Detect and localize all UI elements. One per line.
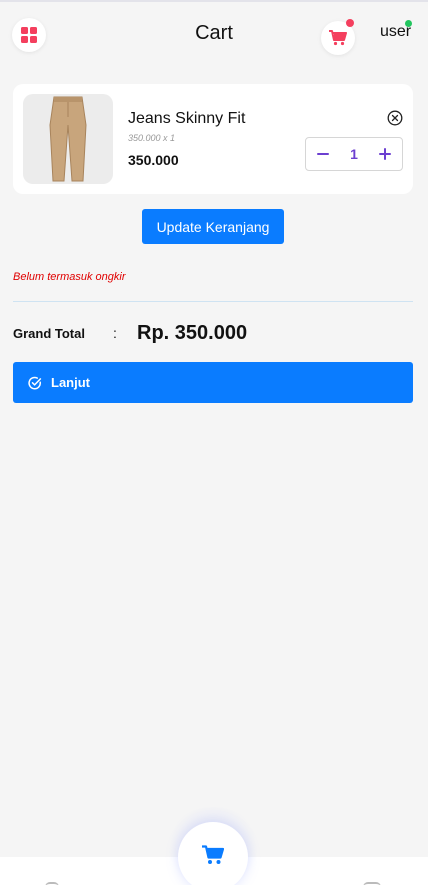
increase-quantity-button[interactable] <box>374 143 396 165</box>
item-price: 350.000 <box>128 152 179 168</box>
grand-total-value: Rp. 350.000 <box>137 322 248 344</box>
decrease-quantity-button[interactable] <box>312 143 334 165</box>
product-image <box>23 94 113 184</box>
checkout-button[interactable]: Lanjut <box>13 362 413 403</box>
close-circle-icon <box>387 110 403 126</box>
page-title: Cart <box>195 22 233 44</box>
quantity-value[interactable]: 1 <box>350 146 358 162</box>
cart-page: Cart user Jeans Skinny Fit 350.000 x 1 3… <box>0 0 428 885</box>
cart-icon <box>329 30 347 46</box>
grand-total-label: Grand Total <box>13 326 85 341</box>
cart-notification-dot <box>346 19 354 27</box>
shipping-note: Belum termasuk ongkir <box>13 271 126 283</box>
grand-total-separator: : <box>113 325 117 341</box>
online-status-dot <box>405 20 412 27</box>
cart-icon <box>202 845 224 864</box>
check-circle-icon <box>28 376 42 389</box>
cart-item: Jeans Skinny Fit 350.000 x 1 350.000 1 <box>13 84 413 194</box>
remove-item-button[interactable] <box>387 110 403 126</box>
header: Cart user <box>0 2 428 66</box>
minus-icon <box>317 153 329 155</box>
checkout-button-label: Lanjut <box>51 375 90 390</box>
cart-fab-button[interactable] <box>178 822 248 885</box>
update-cart-button[interactable]: Update Keranjang <box>142 209 284 244</box>
pants-image <box>49 96 87 182</box>
plus-icon <box>378 148 391 160</box>
item-price-quantity: 350.000 x 1 <box>128 133 176 143</box>
quantity-stepper: 1 <box>305 137 403 171</box>
cart-button[interactable] <box>321 19 355 55</box>
item-name: Jeans Skinny Fit <box>128 110 246 127</box>
divider <box>13 301 413 302</box>
